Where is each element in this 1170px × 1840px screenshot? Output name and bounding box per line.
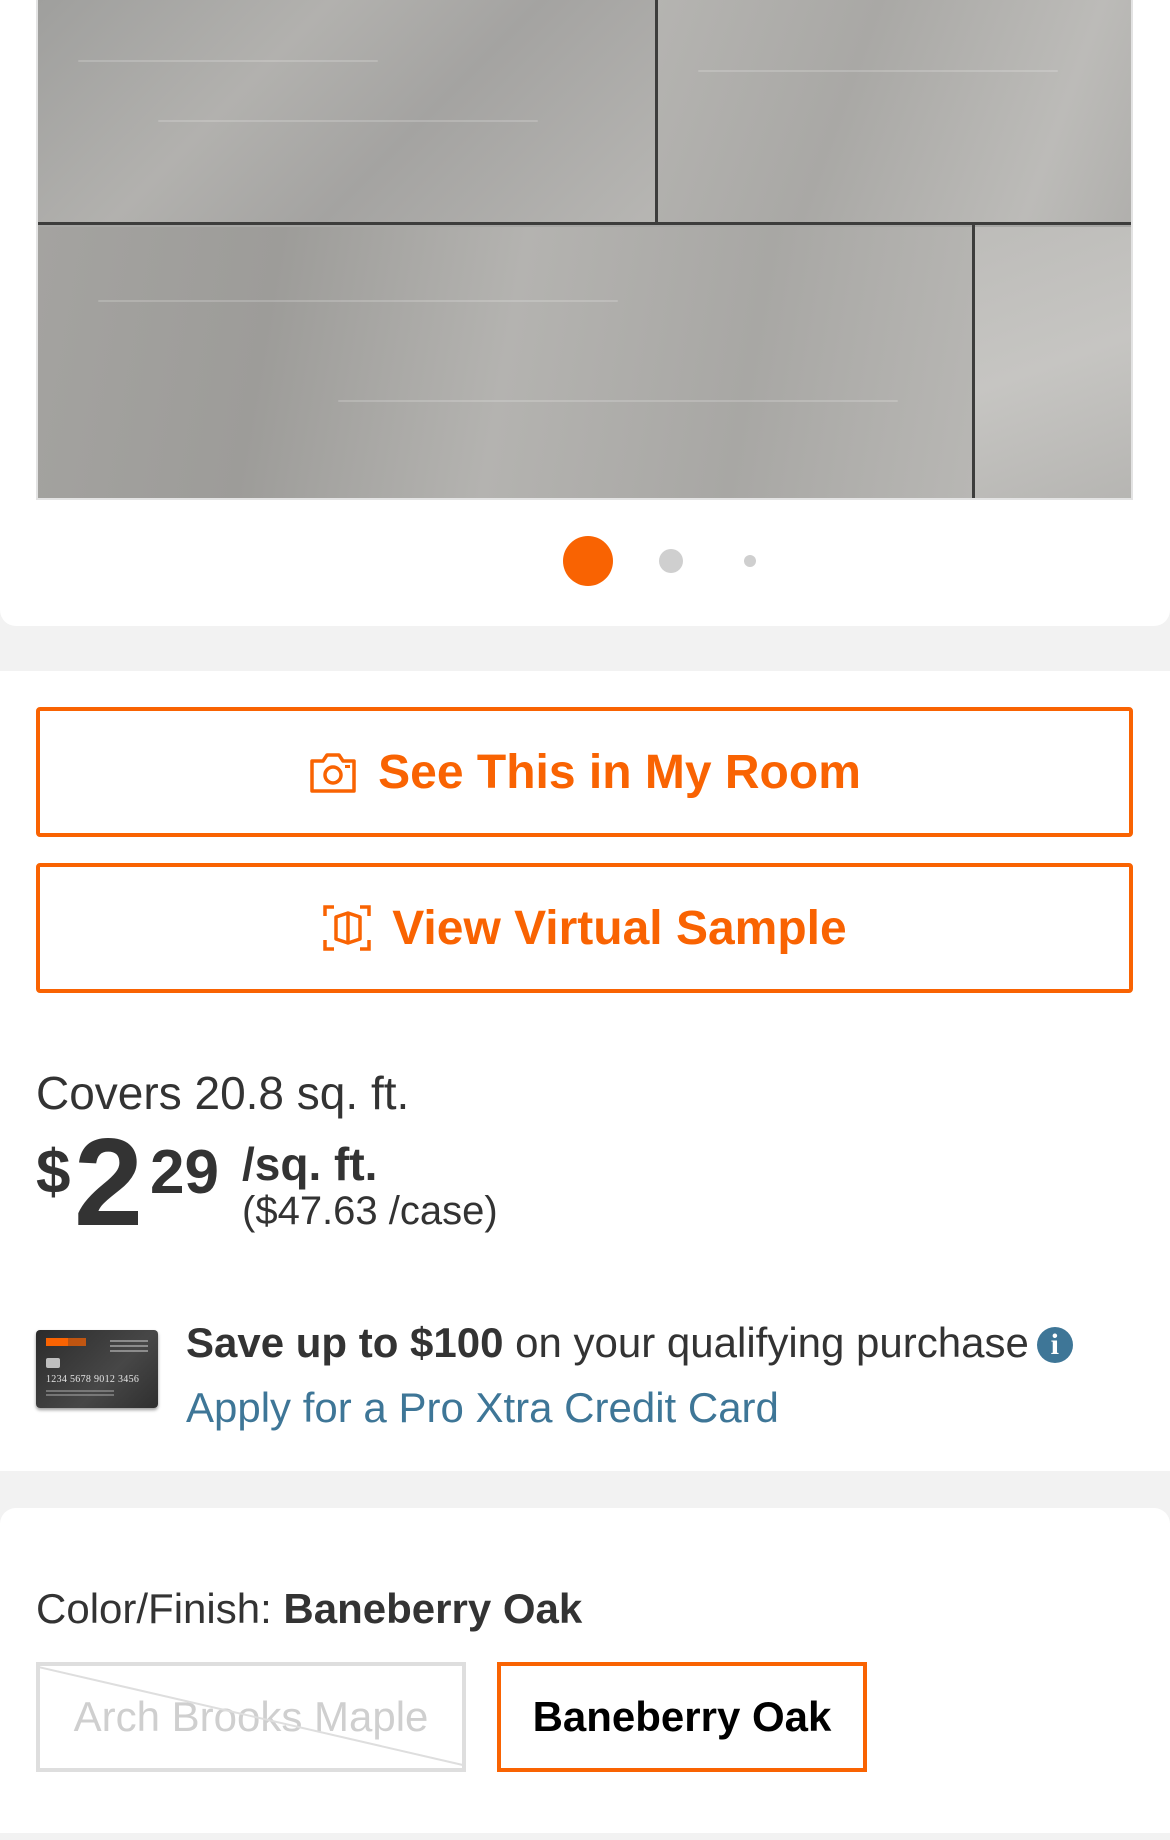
card-logo [46,1338,68,1346]
virtual-sample-icon [323,905,372,951]
wood-plank [656,0,1131,223]
carousel-dot[interactable] [744,555,756,567]
price-currency: $ [36,1138,71,1207]
color-option-selected[interactable]: Baneberry Oak [497,1662,867,1772]
wood-plank [38,227,972,498]
wood-plank [972,227,1131,498]
card-chip [46,1358,60,1368]
view-virtual-sample-button[interactable]: View Virtual Sample [36,863,1133,993]
view-virtual-sample-label: View Virtual Sample [392,901,847,955]
info-icon[interactable]: i [1036,1327,1073,1363]
wood-grain [158,120,538,122]
carousel-dot-active[interactable] [563,536,613,586]
pro-xtra-credit-card-image: 1234 5678 9012 3456 [36,1330,158,1408]
plank-seam [972,224,975,498]
product-info: See This in My Room View Virtual Sample … [0,671,1170,1471]
color-finish-label: Color/Finish: Baneberry Oak [36,1585,582,1633]
product-gallery [0,0,1170,626]
apply-credit-card-link[interactable]: Apply for a Pro Xtra Credit Card [186,1384,779,1432]
see-in-my-room-label: See This in My Room [378,745,861,799]
color-finish-title: Color/Finish: [36,1585,284,1632]
carousel-indicator [0,536,1170,586]
card-logo [68,1338,86,1346]
see-in-my-room-button[interactable]: See This in My Room [36,707,1133,837]
plank-seam [655,0,658,224]
price-cents: 29 [150,1138,219,1207]
wood-plank [38,0,656,223]
savings-detail: on your qualifying purchase [503,1319,1029,1366]
price: $ 2 29 /sq. ft. ($47.63 /case) [36,1121,736,1249]
wood-grain [338,400,898,402]
color-option-unavailable[interactable]: Arch Brooks Maple [36,1662,466,1772]
wood-grain [98,300,618,302]
color-option-label: Baneberry Oak [532,1693,832,1740]
color-finish-selector: Color/Finish: Baneberry Oak Arch Brooks … [0,1508,1170,1833]
price-dollars: 2 [74,1114,143,1252]
case-price: ($47.63 /case) [242,1189,498,1233]
camera-icon [310,753,356,793]
product-image[interactable] [36,0,1133,500]
card-holder [46,1390,114,1398]
wood-grain [78,60,378,62]
price-unit: /sq. ft. [242,1138,378,1190]
plank-seam [38,222,1131,225]
coverage-text: Covers 20.8 sq. ft. [36,1067,410,1119]
wood-grain [698,70,1058,72]
savings-amount: Save up to $100 [186,1319,504,1366]
card-number: 1234 5678 9012 3456 [46,1374,140,1385]
card-fine-print [110,1340,148,1354]
selected-color: Baneberry Oak [283,1585,583,1632]
carousel-dot[interactable] [659,549,683,573]
savings-promo: Save up to $100 on your qualifying purch… [186,1319,1073,1367]
